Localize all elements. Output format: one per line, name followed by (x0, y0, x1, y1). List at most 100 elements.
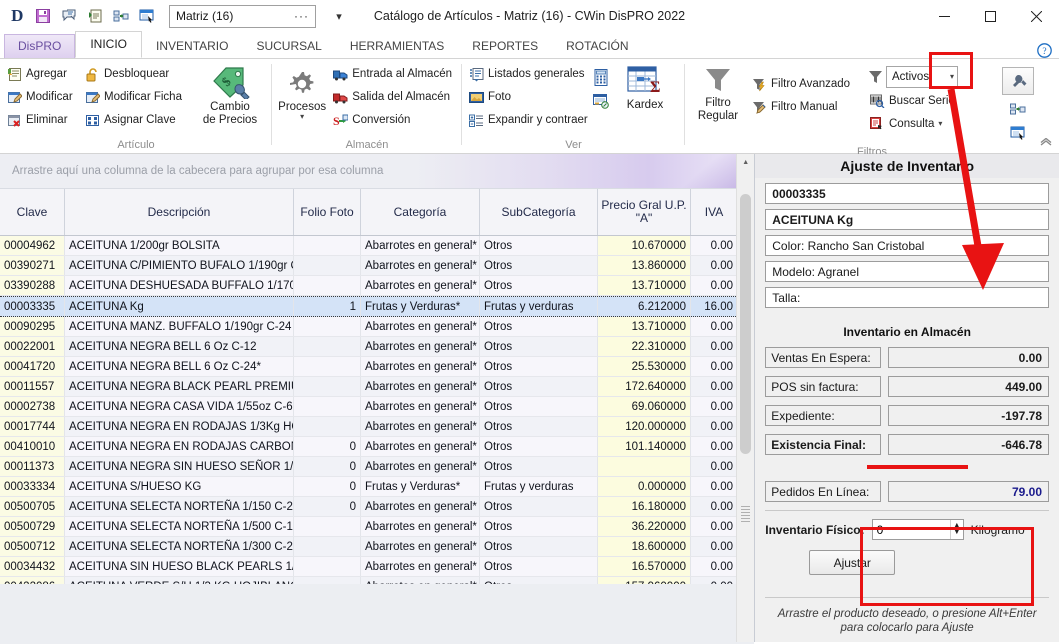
asignar-clave-button[interactable]: Asignar Clave (83, 109, 193, 131)
table-row[interactable]: 00090295ACEITUNA MANZ. BUFFALO 1/190gr C… (0, 317, 754, 337)
salida-almacen-button[interactable]: Salida del Almacén (331, 86, 457, 108)
ajustar-button[interactable]: Ajustar (809, 550, 895, 575)
cell-clave: 00500729 (0, 517, 65, 536)
table-row[interactable]: 00410010ACEITUNA NEGRA EN RODAJAS CARBON… (0, 437, 754, 457)
table-row[interactable]: 00011557ACEITUNA NEGRA BLACK PEARL PREMI… (0, 377, 754, 397)
filter-settings-button[interactable] (1002, 67, 1034, 95)
cell-cat: Abarrotes en general* (361, 497, 480, 516)
group-by-dropzone[interactable]: Arrastre aquí una columna de la cabecera… (0, 154, 754, 189)
tab-dispro[interactable]: DisPRO (4, 34, 75, 58)
filtro-regular-button[interactable]: Filtro Regular (690, 63, 746, 123)
modificar-ficha-button[interactable]: Modificar Ficha (83, 86, 193, 108)
consulta-button[interactable]: Consulta ▾ (868, 113, 998, 135)
table-row[interactable]: 03390288ACEITUNA DESHUESADA BUFFALO 1/17… (0, 276, 754, 296)
export-grid-icon[interactable] (1006, 96, 1030, 120)
column-header-iva[interactable]: IVA (691, 189, 737, 235)
table-row[interactable]: 00422086ACEITUNA VERDE S/H 1/3 KG HOJIBL… (0, 577, 754, 584)
buscar-serie-button[interactable]: Buscar Serie (868, 90, 998, 112)
table-row[interactable]: 00017744ACEITUNA NEGRA EN RODAJAS 1/3Kg … (0, 417, 754, 437)
panel-title: Ajuste de Inventario (755, 154, 1059, 178)
scroll-up-arrow[interactable]: ▲ (737, 154, 754, 171)
modificar-button[interactable]: Modificar (5, 86, 83, 108)
desbloquear-button[interactable]: Desbloquear (83, 63, 193, 85)
cell-clave: 00004962 (0, 236, 65, 255)
tab-herramientas[interactable]: HERRAMIENTAS (336, 34, 458, 58)
cambio-de-precios-button[interactable]: $ Cambio de Precios (193, 63, 267, 127)
tab-inventario[interactable]: INVENTARIO (142, 34, 242, 58)
cell-precio: 101.140000 (598, 437, 691, 456)
report-percent-icon[interactable] (589, 89, 613, 113)
minimize-button[interactable] (921, 0, 967, 32)
tab-inicio[interactable]: INICIO (75, 31, 142, 58)
eliminar-button[interactable]: Eliminar (5, 109, 83, 131)
table-row[interactable]: 00004962ACEITUNA 1/200gr BOLSITAAbarrote… (0, 236, 754, 256)
window-switch-icon[interactable] (137, 6, 157, 26)
table-row[interactable]: 00033334ACEITUNA S/HUESO KG0Frutas y Ver… (0, 477, 754, 497)
product-color-field[interactable]: Color: Rancho San Cristobal (765, 235, 1049, 256)
cell-iva: 0.00 (691, 577, 737, 584)
conversion-button[interactable]: S Conversión (331, 109, 457, 131)
tab-rotacion[interactable]: ROTACIÓN (552, 34, 642, 58)
help-icon[interactable]: ? (1029, 43, 1059, 58)
quick-access-more-button[interactable]: ▾ (328, 10, 350, 23)
procesos-caret-icon[interactable]: ▾ (300, 114, 304, 120)
tab-sucursal[interactable]: SUCURSAL (242, 34, 335, 58)
filtro-avanzado-button[interactable]: Filtro Avanzado (750, 73, 868, 95)
cell-sub: Otros (480, 557, 598, 576)
cell-clave: 00022001 (0, 337, 65, 356)
report-clipboard-icon[interactable] (85, 6, 105, 26)
table-row[interactable]: 00500712ACEITUNA SELECTA NORTEÑA 1/300 C… (0, 537, 754, 557)
tab-reportes[interactable]: REPORTES (458, 34, 552, 58)
cell-sub: Otros (480, 417, 598, 436)
column-header-descripcion[interactable]: Descripción (65, 189, 294, 235)
grid-vertical-scrollbar[interactable]: ▲ (736, 154, 754, 642)
inventario-fisico-input[interactable] (873, 520, 950, 539)
table-row[interactable]: 00041720ACEITUNA NEGRA BELL 6 Oz C-24*Ab… (0, 357, 754, 377)
cell-clave: 00422086 (0, 577, 65, 584)
table-row[interactable]: 00002738ACEITUNA NEGRA CASA VIDA 1/55oz … (0, 397, 754, 417)
product-code-field[interactable]: 00003335 (765, 183, 1049, 204)
column-header-categoria[interactable]: Categoría (361, 189, 480, 235)
cell-sub: Otros (480, 377, 598, 396)
scroll-grip[interactable] (741, 506, 750, 522)
stepper-arrows[interactable]: ▲▼ (950, 520, 963, 539)
column-header-folio-foto[interactable]: Folio Foto (294, 189, 361, 235)
close-button[interactable] (1013, 0, 1059, 32)
foto-button[interactable]: Foto (467, 86, 589, 108)
table-row[interactable]: 00011373ACEITUNA NEGRA SIN HUESO SEÑOR 1… (0, 457, 754, 477)
scroll-thumb[interactable] (740, 194, 751, 454)
cell-sub: Otros (480, 517, 598, 536)
expandir-contraer-button[interactable]: Expandir y contraer (467, 109, 589, 131)
table-row[interactable]: 00500729ACEITUNA SELECTA NORTEÑA 1/500 C… (0, 517, 754, 537)
column-header-subcategoria[interactable]: SubCategoría (480, 189, 598, 235)
table-row[interactable]: 00034432ACEITUNA SIN HUESO BLACK PEARLS … (0, 557, 754, 577)
calculator-icon[interactable] (589, 65, 613, 89)
listados-generales-button[interactable]: Listados generales (467, 63, 589, 85)
table-row[interactable]: 00022001ACEITUNA NEGRA BELL 6 Oz C-12Aba… (0, 337, 754, 357)
cell-cat: Abarrotes en general* (361, 577, 480, 584)
kardex-button[interactable]: Σ Kardex (613, 63, 677, 112)
export-data-icon[interactable] (111, 6, 131, 26)
consulta-caret-icon[interactable]: ▾ (938, 121, 942, 127)
table-row[interactable]: 00003335ACEITUNA Kg1Frutas y Verduras*Fr… (0, 296, 754, 317)
ribbon-collapse-button[interactable] (1039, 138, 1053, 151)
column-header-precio[interactable]: Precio Gral U.P. "A" (598, 189, 691, 235)
cell-precio: 22.310000 (598, 337, 691, 356)
table-row[interactable]: 00390271ACEITUNA C/PIMIENTO BUFALO 1/190… (0, 256, 754, 276)
maximize-button[interactable] (967, 0, 1013, 32)
product-modelo-field[interactable]: Modelo: Agranel (765, 261, 1049, 282)
save-icon[interactable] (33, 6, 53, 26)
document-selector[interactable]: Matriz (16) ··· (169, 5, 316, 28)
filter-state-combo[interactable]: Activos ▾ (886, 66, 958, 88)
product-talla-field[interactable]: Talla: (765, 287, 1049, 308)
entrada-almacen-button[interactable]: Entrada al Almacén (331, 63, 457, 85)
procesos-button[interactable]: Procesos ▾ (277, 63, 327, 120)
filtro-manual-button[interactable]: Filtro Manual (750, 96, 868, 118)
product-name-field[interactable]: ACEITUNA Kg (765, 209, 1049, 230)
inventario-fisico-stepper[interactable]: ▲▼ (872, 519, 964, 540)
agregar-button[interactable]: Agregar (5, 63, 83, 85)
table-row[interactable]: 00500705ACEITUNA SELECTA NORTEÑA 1/150 C… (0, 497, 754, 517)
comment-icon[interactable] (59, 6, 79, 26)
window-switch-2-icon[interactable] (1006, 121, 1030, 145)
column-header-clave[interactable]: Clave (0, 189, 65, 235)
